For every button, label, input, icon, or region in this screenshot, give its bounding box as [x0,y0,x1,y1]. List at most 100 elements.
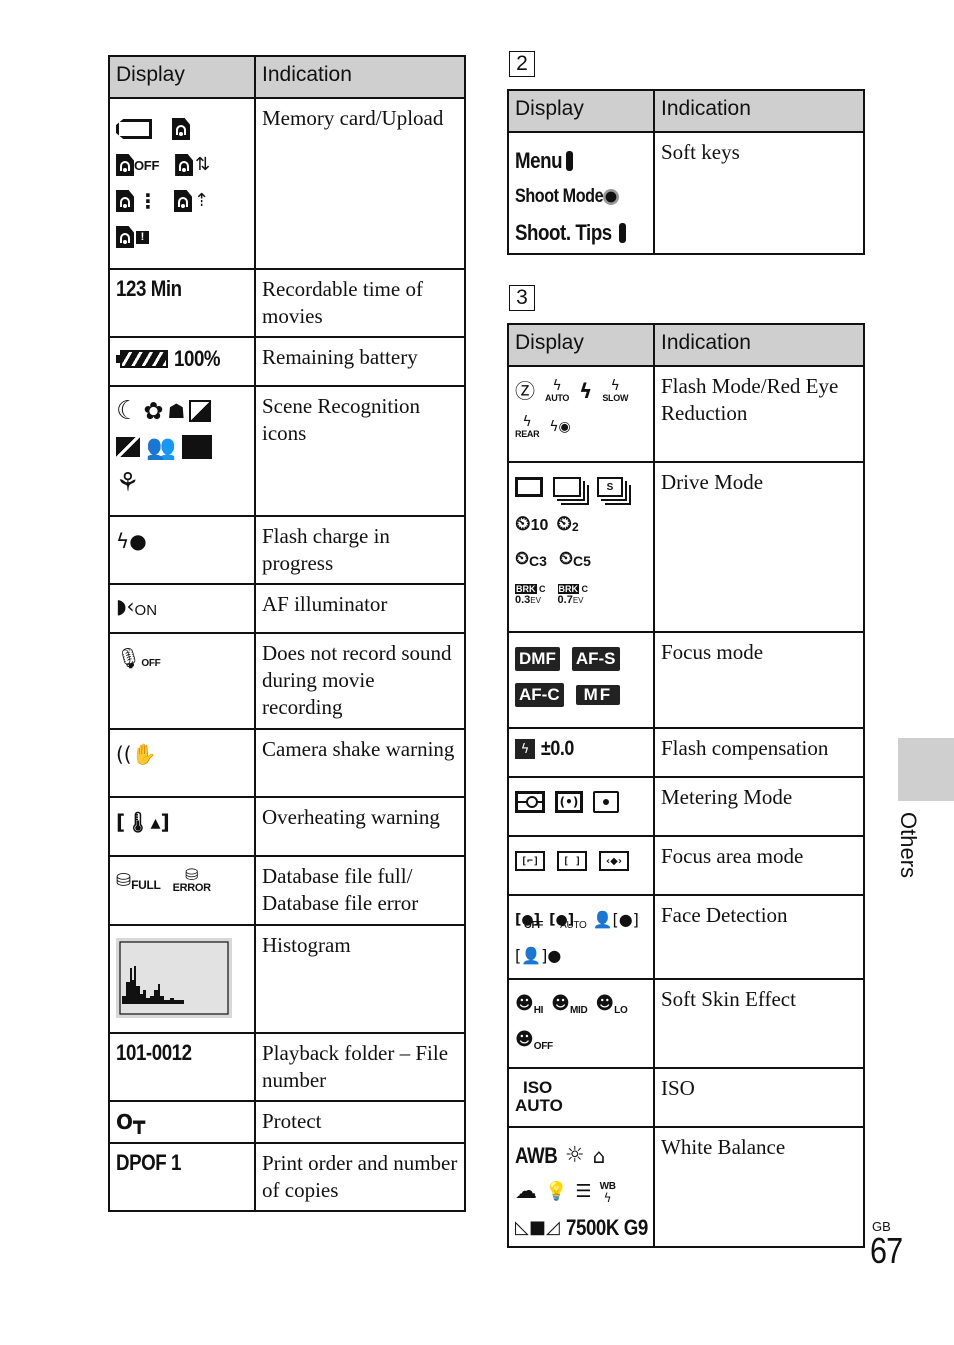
self-timer-continuous-3-icon: ⏲ C3 [515,548,547,569]
focus-dmf-badge: DMF [515,647,560,671]
error-label: ERROR [172,882,212,894]
upload-icon [172,118,190,140]
table-row: ϟ ±0.0 Flash compensation [507,727,865,778]
flash-off-icon: Ⓩ [515,379,535,403]
focus-afs-badge: AF-S [571,647,620,671]
flash-fill-icon: ϟ [579,379,593,403]
table-header-row: Display Indication [108,55,466,99]
soft-skin-off-icon: ☻ OFF [515,1029,553,1052]
header-indication: Indication [653,323,865,367]
indication-cell: Focus area mode [653,835,865,896]
soft-skin-hi-icon: ☻ HI [515,993,544,1016]
display-cell: ⛁ FULL ⛁ ERROR [108,855,256,926]
display-cell: O┳ [108,1100,256,1144]
soft-keys-table: Display Indication Menu Shoot Mode Shoot… [507,89,865,255]
display-cell: [🌡▴] [108,796,256,857]
table-row: Menu Shoot Mode Shoot. Tips Soft keys [507,131,865,255]
brk-step-label: 0.3 [515,594,531,606]
display-cell: 🎙 OFF [108,632,256,730]
microphone-off-icon: 🎙 [116,646,142,670]
display-cell: Menu Shoot Mode Shoot. Tips [507,131,655,255]
soft-skin-mid-label: MID [569,1004,588,1016]
face-auto-label: AUTO [560,919,587,931]
recordable-time-value: 123 Min [116,276,182,301]
red-eye-reduction-icon: ϟ◉ [549,419,571,435]
daylight-icon: ☼ [564,1143,585,1168]
flash-compensation-icon: ϟ [515,739,535,759]
page-number: 67 [870,1230,903,1271]
indication-cell: Playback folder – File number [254,1032,466,1102]
display-cell: DMF AF-S AF-C MF [507,631,655,729]
face-detection-child-priority-icon: 👤[●] [592,910,639,929]
self-timer-10-icon: ⏲ 10 [515,511,549,535]
indication-cell: Flash Mode/Red Eye Reduction [653,365,865,463]
flash-slow-sync-icon: ϟ SLOW [602,378,629,403]
table-row: DMF AF-S AF-C MF Focus mode [507,631,865,729]
display-cell [108,924,256,1034]
multi-metering-icon [515,791,545,813]
brk-step-label: 0.7 [557,594,573,606]
brk-label: BRK [515,584,537,594]
flash-charge-icon: ϟ● [116,529,147,553]
focus-mf-badge: MF [575,685,621,705]
battery-percent: 100% [174,346,221,371]
iso-label: ISO [523,1078,553,1097]
display-cell: ϟ ±0.0 [507,727,655,778]
ev-label: EV [530,596,541,605]
face-detection-auto-icon: [●] AUTO [549,912,587,931]
center-focus-area-icon: [ ] [557,851,587,871]
header-display: Display [507,323,655,367]
softkey-button-icon [566,151,574,171]
display-cell: ISO AUTO [507,1067,655,1128]
table-row: [🌡▴] Overheating warning [108,796,466,857]
display-cell: ◗‹ ON [108,583,256,634]
table-row: ☻ HI ☻ MID ☻ LO ☻ OFF Soft Skin Effect [507,978,865,1069]
center-metering-icon: (•) [555,791,583,813]
bracket-0-3ev-icon: BRK C 0.3EV [515,584,546,606]
table-row: ☾ ✿ ☗ 👥 ⚘ Scene Recognition icons [108,385,466,517]
soft-skin-mid-icon: ☻ MID [551,993,588,1016]
upload-arrow-icon: ⇡ [194,190,210,211]
rear-label: REAR [515,429,540,439]
error-badge-icon: ! [136,230,149,244]
macro-icon: ⚘ [116,468,140,498]
flexible-spot-focus-icon: ‹◆› [599,851,629,871]
table-header-row: Display Indication [507,89,865,133]
battery-icon [116,350,168,368]
table-row: (•) Metering Mode [507,776,865,837]
soft-skin-hi-label: HI [533,1004,544,1016]
timer-2-label: 2 [572,520,579,534]
mic-off-label: OFF [141,657,161,669]
indication-cell: Focus mode [653,631,865,729]
display-cell: [●] OFF [●] AUTO 👤[●] [👤]● [507,894,655,980]
flash-rear-sync-icon: ϟ REAR [515,414,540,439]
folder-file-number: 101-0012 [116,1040,192,1065]
self-timer-2-icon: ⏲ 2 [556,511,579,535]
speed-priority-continuous-icon: S [597,477,623,497]
indication-cell: Protect [254,1100,466,1144]
flash-auto-icon: ϟ AUTO [545,378,570,403]
shade-icon: ⌂ [592,1144,606,1168]
left-indicator-table: Display Indication OFF ⇅ ⋮ ⇡ ! Memory ca… [108,55,466,1212]
side-tab-marker [898,738,954,801]
display-cell: ☾ ✿ ☗ 👥 ⚘ [108,385,256,517]
indication-cell: ISO [653,1067,865,1128]
header-indication: Indication [254,55,466,99]
table-row: ◗‹ ON AF illuminator [108,583,466,634]
slow-label: SLOW [602,393,629,403]
display-cell: 101-0012 [108,1032,256,1102]
wb-label: WB [599,1180,616,1192]
ev-label: EV [572,596,584,605]
indication-cell: Print order and number of copies [254,1142,466,1212]
header-indication: Indication [653,89,865,133]
flash-compensation-value: ±0.0 [541,737,574,760]
table-row: AWB ☼ ⌂ ☁ 💡 ☰ WB ϟ ◺■◿ 7500K G9 White Bal… [507,1126,865,1248]
display-cell: ((✋ [108,728,256,798]
indication-cell: Recordable time of movies [254,268,466,338]
portrait-icon: 👥 [146,433,176,461]
auto-label: AUTO [545,393,570,403]
timer-c5-label: C5 [573,553,591,569]
table-header-row: Display Indication [507,323,865,367]
display-cell: Ⓩ ϟ AUTO ϟ ϟ SLOW ϟ REAR ϟ◉ [507,365,655,463]
table-row: [⌐] [ ] ‹◆› Focus area mode [507,835,865,896]
